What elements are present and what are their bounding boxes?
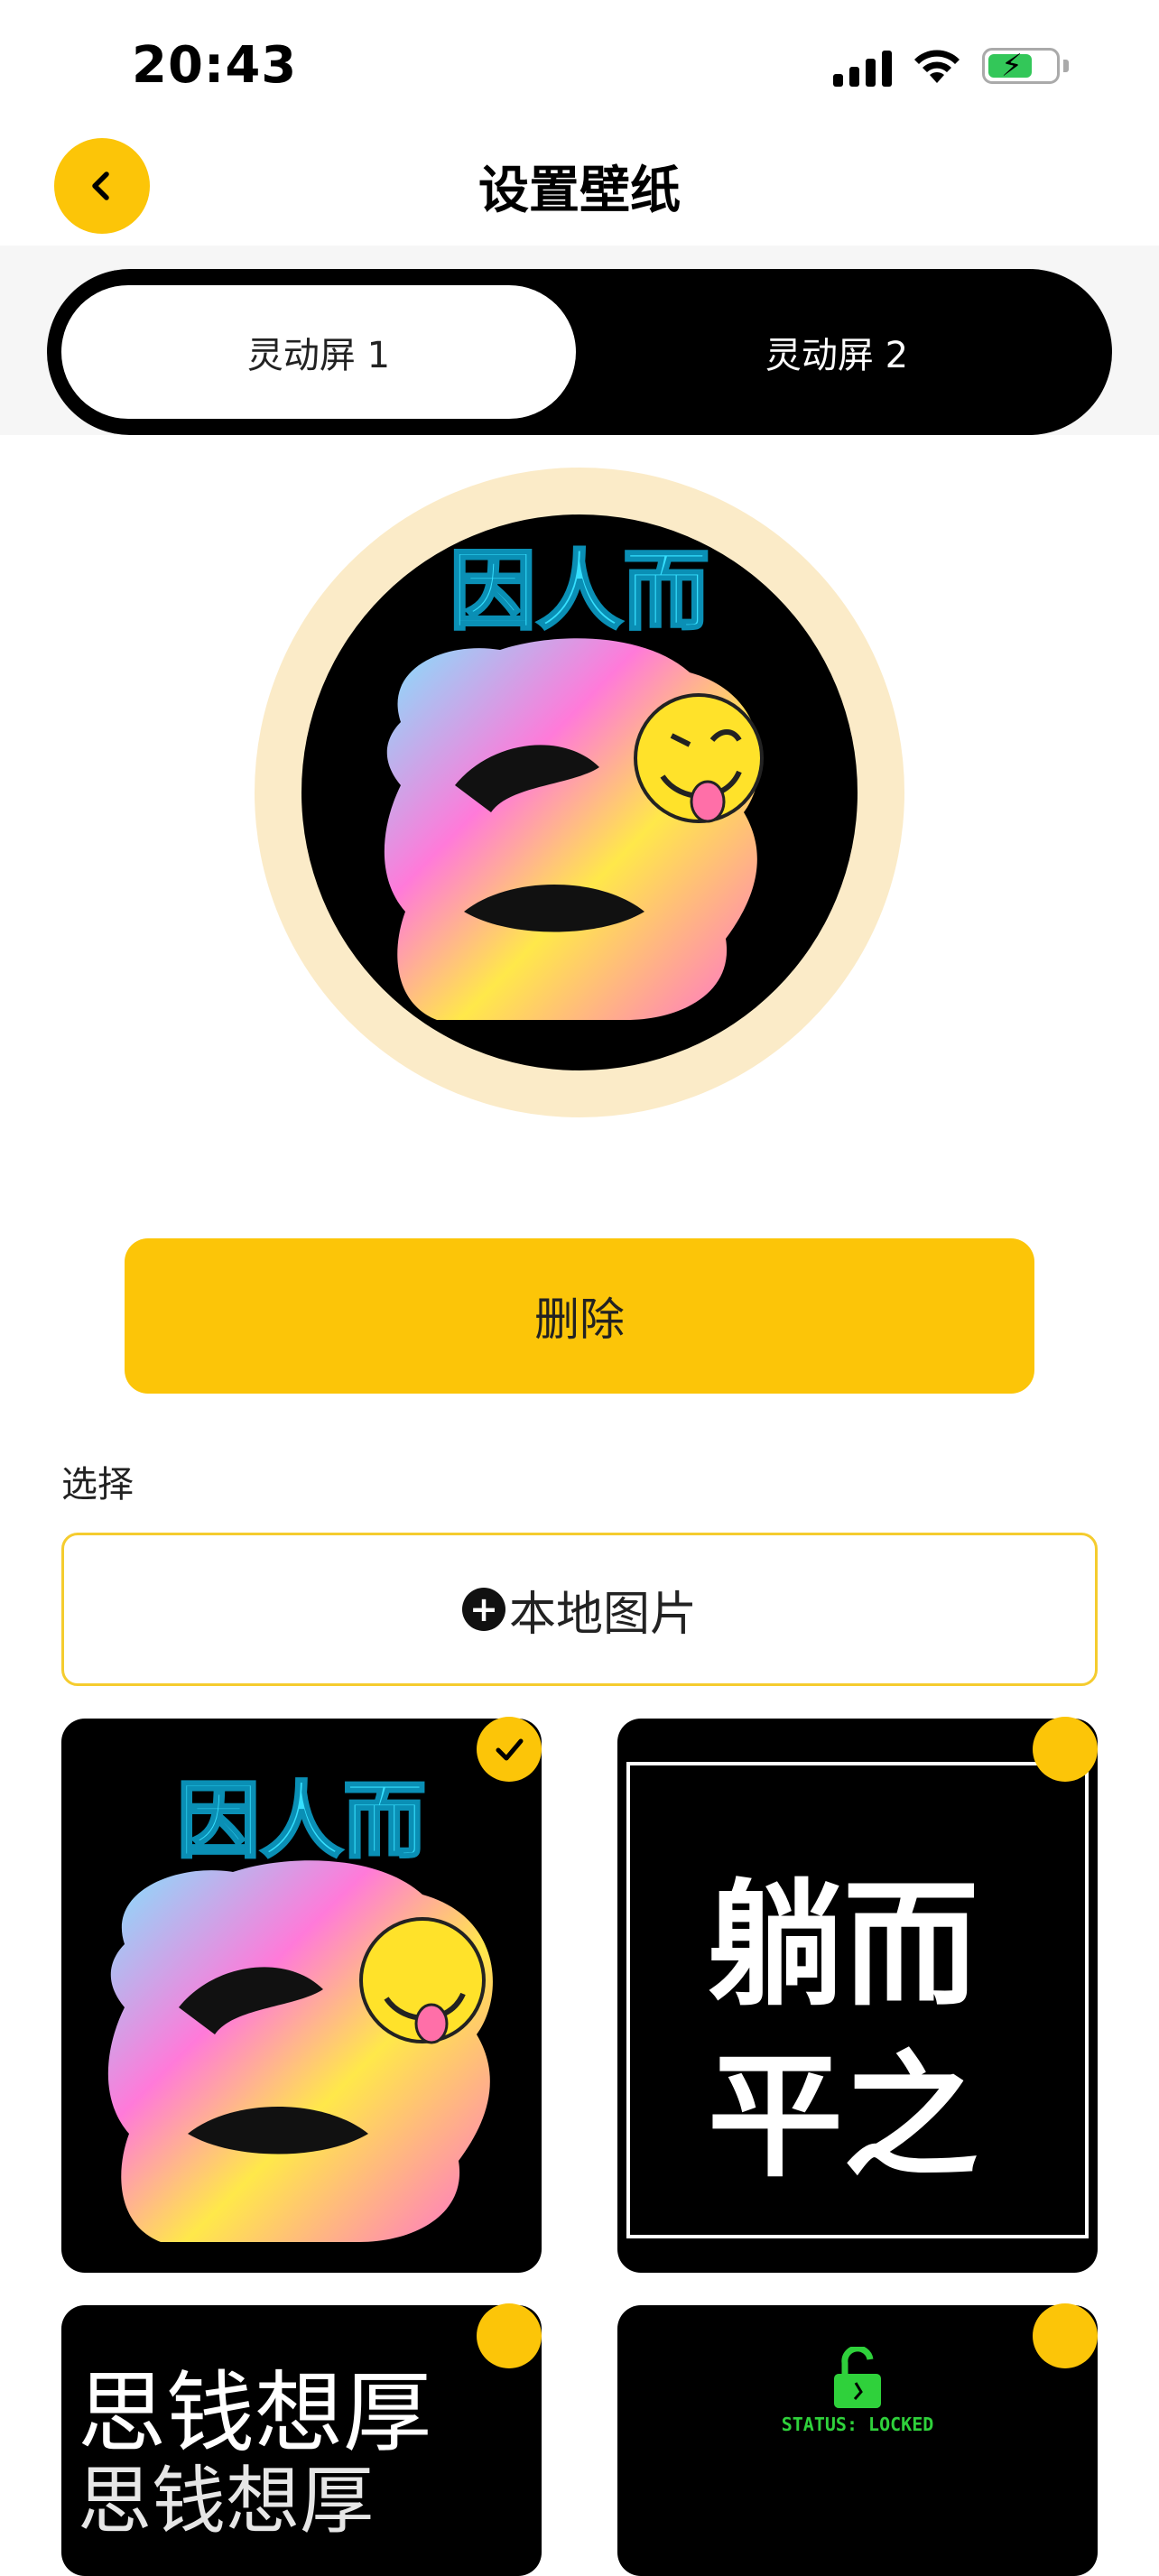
blob-smiley-artwork: 因人而 xyxy=(384,540,764,1020)
wallpaper-preview: 因人而 xyxy=(255,468,904,1117)
preview-caption: 因人而 xyxy=(450,541,709,642)
local-image-button[interactable]: + 本地图片 xyxy=(61,1533,1098,1686)
thumbnail-text-line2: 平之 xyxy=(708,2039,979,2196)
tab-screen-1[interactable]: 灵动屏 1 xyxy=(61,285,576,419)
checkmark-icon xyxy=(496,1738,524,1761)
wallpaper-option-2[interactable]: 躺而 平之 xyxy=(617,1719,1098,2273)
tab-screen-2[interactable]: 灵动屏 2 xyxy=(580,285,1094,419)
delete-button[interactable]: 删除 xyxy=(125,1238,1034,1394)
battery-icon: ⚡ xyxy=(982,48,1060,84)
wallpaper-option-4[interactable]: STATUS: LOCKED xyxy=(617,2305,1098,2576)
select-badge[interactable] xyxy=(477,2303,542,2368)
battery-tip xyxy=(1063,60,1069,72)
page-title: 设置壁纸 xyxy=(478,162,681,220)
screen-tabs: 灵动屏 1 灵动屏 2 xyxy=(47,269,1112,435)
unlocked-padlock-icon xyxy=(834,2347,881,2408)
select-badge[interactable] xyxy=(1033,1717,1098,1782)
select-section-label: 选择 xyxy=(61,1464,134,1506)
thumbnail-caption: 因人而 xyxy=(177,1773,426,1869)
wallpaper-option-1[interactable]: 因人而 xyxy=(61,1719,542,2273)
thumbnail-text-line1: 躺而 xyxy=(708,1867,979,2025)
select-badge[interactable] xyxy=(1033,2303,1098,2368)
status-icons: ⚡ xyxy=(833,43,1069,88)
thumbnail-text-line2: 思钱想厚 xyxy=(78,2459,375,2544)
preview-image: 因人而 xyxy=(301,514,858,1070)
blob-smiley-thumbnail: 因人而 xyxy=(107,1772,493,2242)
plus-circle-icon: + xyxy=(461,1588,505,1631)
local-image-label: 本地图片 xyxy=(508,1587,697,1642)
status-locked-text: STATUS: LOCKED xyxy=(781,2414,934,2435)
status-time: 20:43 xyxy=(132,36,298,95)
wifi-icon xyxy=(914,50,960,83)
cellular-signal-icon xyxy=(833,45,892,87)
wallpaper-option-3[interactable]: 思钱想厚 思钱想厚 xyxy=(61,2305,542,2576)
selected-check-badge[interactable] xyxy=(477,1717,542,1782)
